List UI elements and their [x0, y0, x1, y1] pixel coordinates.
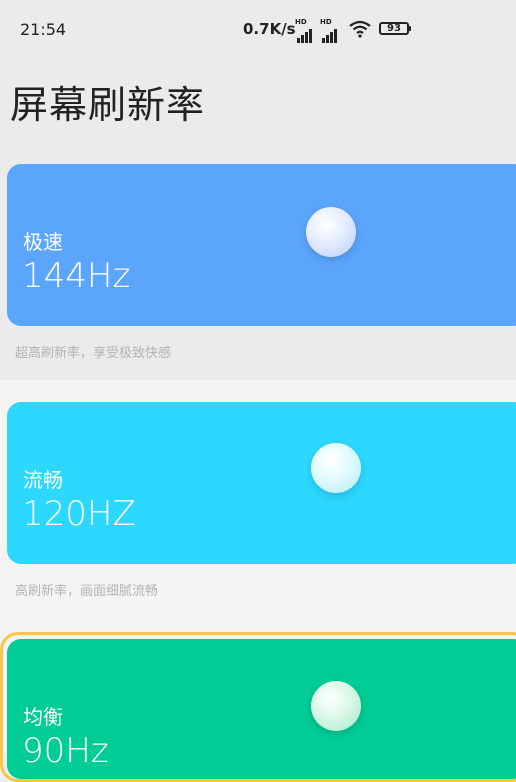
option-orb-icon [311, 443, 361, 493]
cellular-signal-1-icon: HD [295, 18, 319, 43]
option-rate: 144Hz [22, 256, 131, 296]
cellular-signal-2-icon: HD [320, 18, 344, 43]
wifi-icon [349, 20, 371, 38]
battery-icon: 93 [379, 22, 409, 35]
battery-tip [409, 26, 411, 31]
option-name: 均衡 [23, 705, 63, 729]
refresh-option-120hz[interactable]: 流畅 120HZ [7, 402, 516, 564]
refresh-option-90hz[interactable]: 均衡 90Hz [7, 639, 516, 779]
option-name: 流畅 [23, 468, 63, 492]
refresh-option-144hz[interactable]: 极速 144Hz [7, 164, 516, 326]
option-rate: 90Hz [22, 731, 109, 771]
option-description: 超高刷新率，享受极致快感 [15, 346, 172, 361]
option-description: 高刷新率，画面细腻流畅 [15, 584, 159, 599]
option-orb-icon [306, 207, 356, 257]
option-rate: 120HZ [22, 494, 136, 534]
network-speed: 0.7K/s [243, 20, 296, 38]
status-bar: 21:54 0.7K/s HD HD 93 [0, 0, 516, 58]
status-time: 21:54 [20, 20, 67, 39]
option-name: 极速 [23, 230, 63, 254]
page-title: 屏幕刷新率 [10, 83, 206, 127]
option-orb-icon [311, 681, 361, 731]
